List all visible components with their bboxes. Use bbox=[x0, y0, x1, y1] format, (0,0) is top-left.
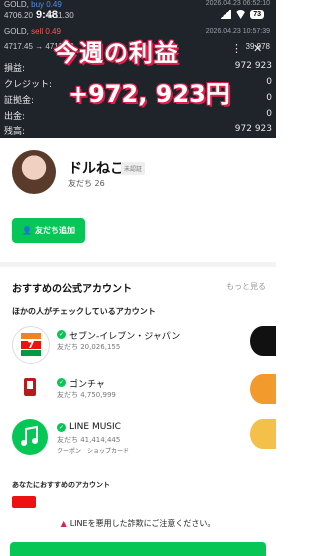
close-icon[interactable]: ✕ bbox=[253, 42, 262, 55]
trade-row: GOLD, sell 0.49 bbox=[4, 27, 61, 36]
trade-row: GOLD, buy 0.49 bbox=[4, 0, 62, 9]
trade-time: 2026.04.23 10:57:39 bbox=[205, 28, 270, 35]
add-friend-button[interactable]: 👤 友だち追加 bbox=[12, 218, 85, 243]
shopcard-tag: ショップカード bbox=[87, 448, 130, 455]
partial-card[interactable] bbox=[250, 326, 276, 356]
partial-logo bbox=[12, 496, 36, 508]
list-item[interactable]: ✓ LINE MUSIC 友だち 41,414,445 クーポン ショップカード bbox=[12, 419, 276, 463]
section-title: おすすめの公式アカウント bbox=[12, 284, 132, 295]
account-friends: 友だち 41,414,445 bbox=[57, 436, 121, 444]
partial-card[interactable] bbox=[250, 419, 276, 449]
account-name: ゴンチャ bbox=[69, 380, 105, 390]
gongcha-logo bbox=[12, 374, 48, 410]
add-friend-label: 友だち追加 bbox=[34, 226, 75, 235]
account-name: LINE MUSIC bbox=[69, 422, 121, 432]
verified-icon: ✓ bbox=[57, 330, 66, 339]
account-tags: クーポン ショップカード bbox=[57, 446, 129, 455]
list-item[interactable]: ✓ ゴンチャ 友だち 4,750,999 bbox=[12, 374, 276, 418]
overlay-amount: +972, 923円 bbox=[68, 80, 230, 108]
divider bbox=[0, 262, 276, 267]
account-friends: 友だち 20,026,155 bbox=[57, 343, 121, 351]
verified-icon: ✓ bbox=[57, 378, 66, 387]
unverified-badge: 未認証 bbox=[121, 162, 146, 175]
bottom-action-button[interactable] bbox=[10, 542, 266, 556]
account-name: セブン-イレブン・ジャパン bbox=[69, 332, 181, 342]
partial-card[interactable] bbox=[250, 374, 276, 404]
trade-price: 4706.20 → 4711.30 bbox=[4, 11, 74, 20]
friends-count: 友だち 26 bbox=[68, 179, 105, 188]
profile-sheet: ドルねこ 未認証 友だち 26 👤 友だち追加 おすすめの公式アカウント もっと… bbox=[0, 138, 276, 556]
trade-time: 2026.04.23 06:52:10 bbox=[205, 0, 270, 7]
section-subtitle-2: あなたにおすすめのアカウント bbox=[12, 481, 110, 489]
background-screenshot: 9:48 73 GOLD, buy 0.49 4706.20 → 4711.30… bbox=[0, 0, 276, 138]
wifi-icon bbox=[235, 10, 247, 19]
overlay-title: 今週の利益 bbox=[54, 39, 179, 67]
account-friends: 友だち 4,750,999 bbox=[57, 391, 116, 399]
coupon-tag: クーポン bbox=[57, 448, 82, 455]
list-item[interactable]: 7 ✓ セブン-イレブン・ジャパン 友だち 20,026,155 bbox=[12, 326, 276, 370]
section-subtitle: ほかの人がチェックしているアカウント bbox=[12, 307, 156, 316]
more-vertical-icon[interactable]: ⋮ bbox=[231, 42, 242, 55]
scam-warning: ▲ LINEを悪用した詐欺にご注意ください。 bbox=[60, 519, 216, 528]
avatar[interactable] bbox=[12, 150, 56, 194]
seven-eleven-logo: 7 bbox=[12, 326, 50, 364]
warning-icon: ▲ bbox=[60, 519, 67, 528]
profile-name: ドルねこ bbox=[68, 161, 124, 177]
signal-icon bbox=[219, 10, 232, 19]
person-add-icon: 👤 bbox=[22, 226, 32, 235]
line-music-logo bbox=[12, 419, 48, 455]
svg-text:7: 7 bbox=[28, 340, 35, 351]
battery-icon: 73 bbox=[250, 10, 264, 19]
status-icons: 73 bbox=[219, 10, 264, 19]
verified-icon: ✓ bbox=[57, 423, 66, 432]
see-more-link[interactable]: もっと見る bbox=[226, 281, 266, 292]
